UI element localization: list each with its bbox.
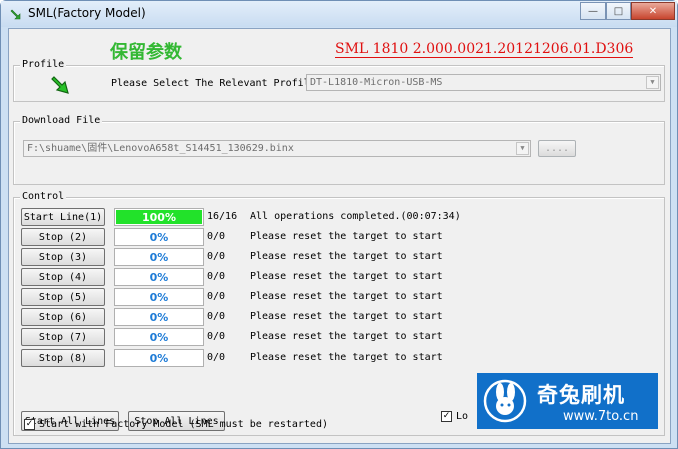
watermark: 奇兔刷机 www.7to.cn xyxy=(477,373,658,429)
line-count: 0/0 xyxy=(207,231,226,242)
line-status: Please reset the target to start xyxy=(250,291,443,302)
line-count: 0/0 xyxy=(207,291,226,302)
close-icon: ✕ xyxy=(648,5,658,17)
minimize-icon: — xyxy=(588,5,598,17)
progress-percent: 0% xyxy=(149,290,169,304)
stop-line-button[interactable]: Stop (2) xyxy=(21,228,105,246)
stop-line-button[interactable]: Stop (8) xyxy=(21,349,105,367)
line-progress-bar: 0% xyxy=(114,349,204,367)
lock-label: Lo xyxy=(456,411,469,422)
rabbit-logo-icon xyxy=(483,379,527,423)
profile-group-label: Profile xyxy=(20,59,67,70)
browse-button[interactable]: .... xyxy=(538,140,576,157)
app-window: SML(Factory Model) — □ ✕ 保留参数 SML 1810 2… xyxy=(0,0,678,449)
line-status: Please reset the target to start xyxy=(250,251,443,262)
window-title: SML(Factory Model) xyxy=(28,6,146,20)
download-group: Download File F:\shuame\固件\LenovoA658t_S… xyxy=(13,115,665,185)
line-progress-bar: 0% xyxy=(114,228,204,246)
version-label: SML 1810 2.000.0021.20121206.01.D306 xyxy=(335,41,634,58)
progress-percent: 0% xyxy=(149,330,169,344)
profile-group: Profile Please Select The Relevant Profi… xyxy=(13,59,665,102)
app-icon xyxy=(10,9,21,20)
download-file-path: F:\shuame\固件\LenovoA658t_S14451_130629.b… xyxy=(27,143,294,154)
green-arrow-icon xyxy=(51,76,69,94)
line-status: Please reset the target to start xyxy=(250,311,443,322)
progress-percent: 0% xyxy=(149,351,169,365)
line-progress-bar: 0% xyxy=(114,268,204,286)
maximize-button[interactable]: □ xyxy=(606,2,631,20)
progress-percent: 100% xyxy=(142,210,176,224)
chevron-down-icon[interactable]: ▼ xyxy=(516,142,529,155)
stop-line-button[interactable]: Stop (6) xyxy=(21,308,105,326)
control-group-label: Control xyxy=(20,191,67,202)
start-line-button[interactable]: Start Line(1) xyxy=(21,208,105,226)
profile-prompt: Please Select The Relevant Profile xyxy=(111,78,316,89)
line-count: 0/0 xyxy=(207,251,226,262)
line-count: 0/0 xyxy=(207,311,226,322)
stop-line-button[interactable]: Stop (4) xyxy=(21,268,105,286)
line-status: Please reset the target to start xyxy=(250,231,443,242)
download-group-label: Download File xyxy=(20,115,103,126)
stop-line-button[interactable]: Stop (5) xyxy=(21,288,105,306)
line-status: Please reset the target to start xyxy=(250,331,443,342)
line-count: 16/16 xyxy=(207,211,238,222)
profile-select-value: DT-L1810-Micron-USB-MS xyxy=(310,77,443,88)
preserve-params-heading: 保留参数 xyxy=(110,42,182,63)
line-status: Please reset the target to start xyxy=(250,271,443,282)
progress-percent: 0% xyxy=(149,250,169,264)
stop-line-button[interactable]: Stop (7) xyxy=(21,328,105,346)
profile-select[interactable]: DT-L1810-Micron-USB-MS ▼ xyxy=(306,74,661,91)
watermark-brand: 奇兔刷机 xyxy=(537,383,625,407)
line-count: 0/0 xyxy=(207,352,226,363)
line-count: 0/0 xyxy=(207,331,226,342)
download-file-select[interactable]: F:\shuame\固件\LenovoA658t_S14451_130629.b… xyxy=(23,140,531,157)
chevron-down-icon[interactable]: ▼ xyxy=(646,76,659,89)
close-button[interactable]: ✕ xyxy=(631,2,675,20)
lock-checkbox[interactable]: ✓ xyxy=(441,411,452,422)
progress-percent: 0% xyxy=(149,270,169,284)
progress-percent: 0% xyxy=(149,310,169,324)
line-progress-bar: 0% xyxy=(114,248,204,266)
line-status: All operations completed.(00:07:34) xyxy=(250,211,461,222)
line-progress-bar: 0% xyxy=(114,308,204,326)
line-progress-bar: 0% xyxy=(114,288,204,306)
line-progress-bar: 100% xyxy=(114,208,204,226)
watermark-url: www.7to.cn xyxy=(563,409,639,424)
line-count: 0/0 xyxy=(207,271,226,282)
title-bar: SML(Factory Model) — □ ✕ xyxy=(1,1,677,27)
factory-model-label: Start with Factory Model (SML must be re… xyxy=(39,419,328,430)
maximize-icon: □ xyxy=(613,5,624,17)
minimize-button[interactable]: — xyxy=(580,2,606,20)
factory-model-checkbox[interactable]: ✓ xyxy=(24,419,35,430)
stop-line-button[interactable]: Stop (3) xyxy=(21,248,105,266)
line-status: Please reset the target to start xyxy=(250,352,443,363)
progress-percent: 0% xyxy=(149,230,169,244)
line-progress-bar: 0% xyxy=(114,328,204,346)
